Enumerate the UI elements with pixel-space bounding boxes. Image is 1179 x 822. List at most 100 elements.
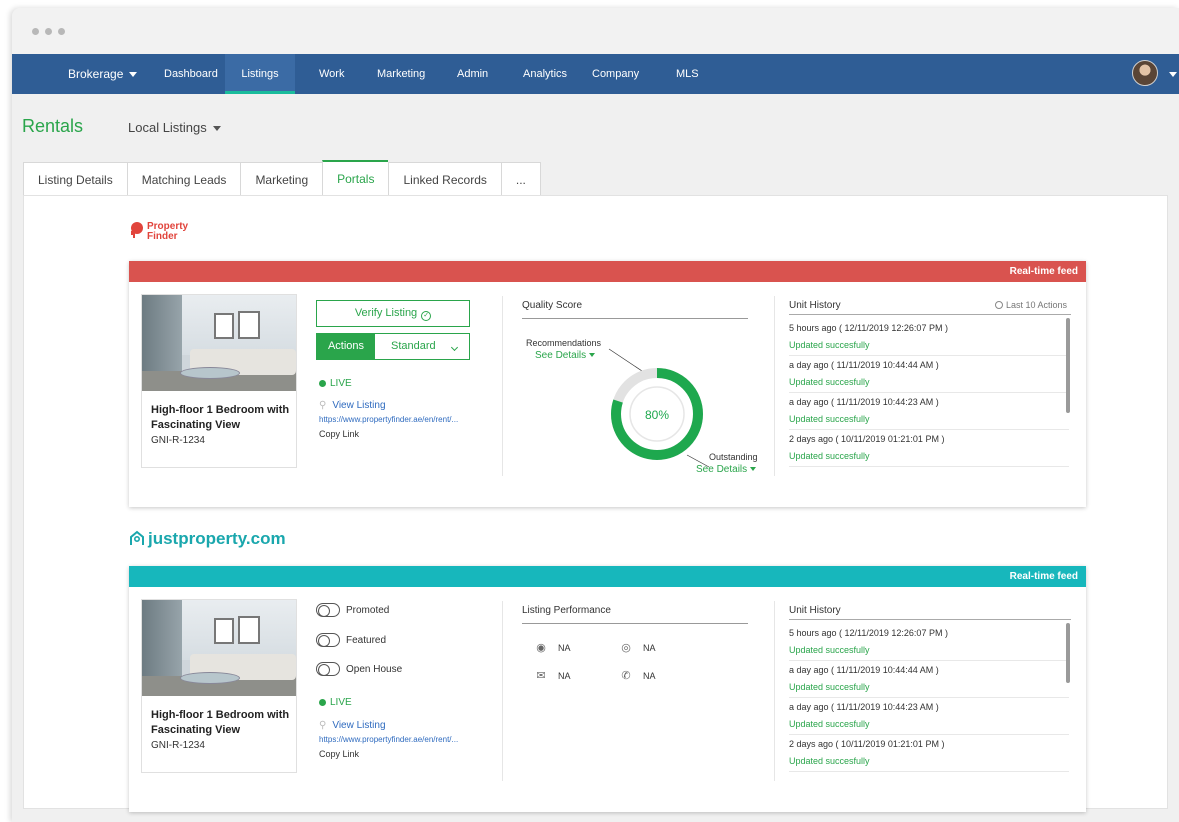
nav-analytics[interactable]: Analytics bbox=[523, 54, 567, 94]
history-time: a day ago ( 11/11/2019 10:44:44 AM ) bbox=[789, 665, 939, 675]
view-listing-link[interactable]: ⚲ View Listing bbox=[319, 400, 386, 411]
unit-history-list[interactable]: 5 hours ago ( 12/11/2019 12:26:07 PM ) Up… bbox=[789, 319, 1069, 469]
nav-listings[interactable]: Listings bbox=[225, 54, 295, 94]
toggle-label: Promoted bbox=[346, 605, 390, 616]
last-actions-filter[interactable]: Last 10 Actions bbox=[995, 300, 1067, 310]
copy-link-button[interactable]: Copy Link bbox=[319, 749, 359, 759]
chevron-down-icon[interactable] bbox=[1169, 72, 1177, 77]
recommendations-label: Recommendations bbox=[526, 338, 602, 348]
listing-code: GNI-R-1234 bbox=[151, 740, 205, 751]
close-window-dot[interactable] bbox=[32, 28, 39, 35]
history-status: Updated succesfully bbox=[789, 448, 1069, 467]
divider bbox=[774, 601, 775, 781]
maximize-window-dot[interactable] bbox=[58, 28, 65, 35]
calls-metric: ✆ NA bbox=[619, 669, 655, 682]
verify-label: Verify Listing bbox=[354, 307, 418, 319]
portals-content: Property Finder Real-time feed High-floo… bbox=[23, 195, 1168, 812]
history-status: Updated succesfully bbox=[789, 411, 1069, 430]
page-title: Rentals bbox=[22, 116, 84, 136]
live-dot-icon bbox=[319, 699, 326, 706]
divider bbox=[502, 601, 503, 781]
history-status: Updated succesfully bbox=[789, 753, 1069, 772]
toggle-switch bbox=[316, 662, 340, 677]
brokerage-menu[interactable]: Brokerage bbox=[68, 54, 138, 94]
phone-icon: ✆ bbox=[621, 670, 631, 682]
toggle-label: Featured bbox=[346, 635, 387, 646]
local-listings-dropdown[interactable]: Local Listings bbox=[128, 120, 221, 135]
list-item: 5 hours ago ( 12/11/2019 12:26:07 PM ) Up… bbox=[789, 624, 1069, 661]
history-time: a day ago ( 11/11/2019 10:44:23 AM ) bbox=[789, 702, 939, 712]
tab-marketing[interactable]: Marketing bbox=[240, 162, 323, 196]
history-scrollbar[interactable] bbox=[1066, 623, 1070, 683]
nav-marketing[interactable]: Marketing bbox=[377, 54, 425, 94]
views-metric: ◉ NA bbox=[534, 641, 571, 654]
chevron-down-icon bbox=[129, 72, 138, 78]
quality-score-title: Quality Score bbox=[522, 300, 583, 311]
nav-admin[interactable]: Admin bbox=[457, 54, 488, 94]
unit-history-title: Unit History bbox=[789, 300, 841, 311]
property-finder-logo-icon bbox=[130, 222, 143, 238]
actions-button[interactable]: Actions bbox=[317, 334, 375, 359]
history-time: a day ago ( 11/11/2019 10:44:23 AM ) bbox=[789, 397, 939, 407]
chevron-down-icon bbox=[750, 467, 757, 472]
see-details-label: See Details bbox=[696, 464, 748, 475]
list-item: 2 days ago ( 10/11/2019 01:21:01 PM ) Upd… bbox=[789, 430, 1069, 467]
open-house-toggle[interactable]: Open House bbox=[316, 662, 402, 678]
listing-thumbnail[interactable]: High-floor 1 Bedroom with Fascinating Vi… bbox=[141, 599, 297, 773]
see-details-outstanding[interactable]: See Details bbox=[696, 464, 757, 475]
history-status: Updated succesfully bbox=[789, 679, 1069, 698]
listing-type-select[interactable]: Standard bbox=[375, 334, 469, 359]
history-time: 5 hours ago ( 12/11/2019 12:26:07 PM ) bbox=[789, 628, 948, 638]
listing-thumbnail[interactable]: High-floor 1 Bedroom with Fascinating Vi… bbox=[141, 294, 297, 468]
listing-title: High-floor 1 Bedroom with Fascinating Vi… bbox=[151, 709, 290, 736]
minimize-window-dot[interactable] bbox=[45, 28, 52, 35]
listing-url[interactable]: https://www.propertyfinder.ae/en/rent/..… bbox=[319, 415, 458, 424]
select-value: Standard bbox=[391, 340, 436, 352]
views-value: NA bbox=[558, 643, 571, 653]
tab-portals[interactable]: Portals bbox=[322, 160, 389, 196]
feed-bar: Real-time feed bbox=[129, 566, 1086, 587]
list-item: a day ago ( 11/11/2019 10:44:44 AM ) Upda… bbox=[789, 356, 1069, 393]
history-scrollbar[interactable] bbox=[1066, 318, 1070, 413]
view-listing-link[interactable]: ⚲ View Listing bbox=[319, 720, 386, 731]
history-status: Updated succesfully bbox=[789, 374, 1069, 393]
history-status: Updated succesfully bbox=[789, 716, 1069, 735]
list-item: 2 days ago ( 10/11/2019 01:21:01 PM ) Upd… bbox=[789, 735, 1069, 772]
listing-title: High-floor 1 Bedroom with Fascinating Vi… bbox=[151, 404, 290, 431]
app-window: Brokerage Dashboard Listings Work Market… bbox=[12, 8, 1179, 822]
tab-matching-leads[interactable]: Matching Leads bbox=[126, 162, 241, 196]
avatar[interactable] bbox=[1132, 60, 1158, 86]
tab-listing-details[interactable]: Listing Details bbox=[23, 162, 127, 196]
divider bbox=[502, 296, 503, 476]
tab-linked-records[interactable]: Linked Records bbox=[388, 162, 501, 196]
outstanding-label: Outstanding bbox=[709, 452, 758, 462]
nav-mls[interactable]: MLS bbox=[676, 54, 699, 94]
listing-url[interactable]: https://www.propertyfinder.ae/en/rent/..… bbox=[319, 735, 458, 744]
unit-history-list[interactable]: 5 hours ago ( 12/11/2019 12:26:07 PM ) Up… bbox=[789, 624, 1069, 774]
promoted-toggle[interactable]: Promoted bbox=[316, 603, 389, 619]
featured-toggle[interactable]: Featured bbox=[316, 633, 386, 649]
property-finder-logo-text: Property Finder bbox=[147, 222, 188, 242]
nav-dashboard[interactable]: Dashboard bbox=[164, 54, 218, 94]
verify-listing-button[interactable]: Verify Listing ✓ bbox=[316, 300, 470, 327]
property-finder-card: Real-time feed High-floor 1 Bedroom with… bbox=[129, 261, 1086, 507]
unit-history-title: Unit History bbox=[789, 605, 841, 616]
eye-icon: ◉ bbox=[536, 642, 546, 654]
emails-value: NA bbox=[558, 671, 571, 681]
house-icon bbox=[130, 530, 144, 545]
paperclip-icon: ⚲ bbox=[319, 720, 327, 731]
divider bbox=[774, 296, 775, 476]
nav-work[interactable]: Work bbox=[319, 54, 344, 94]
nav-company[interactable]: Company bbox=[592, 54, 639, 94]
justproperty-card: Real-time feed High-floor 1 Bedroom with… bbox=[129, 566, 1086, 812]
copy-link-button[interactable]: Copy Link bbox=[319, 429, 359, 439]
status-badge: LIVE bbox=[319, 378, 352, 389]
window-controls bbox=[32, 28, 65, 35]
see-details-recommendations[interactable]: See Details bbox=[535, 350, 596, 361]
listing-tabs: Listing Details Matching Leads Marketing… bbox=[23, 160, 541, 196]
paperclip-icon: ⚲ bbox=[319, 400, 327, 411]
brokerage-label: Brokerage bbox=[68, 67, 124, 81]
listing-photo bbox=[142, 295, 296, 391]
clock-icon bbox=[995, 301, 1003, 309]
tab-more[interactable]: ... bbox=[500, 162, 541, 196]
